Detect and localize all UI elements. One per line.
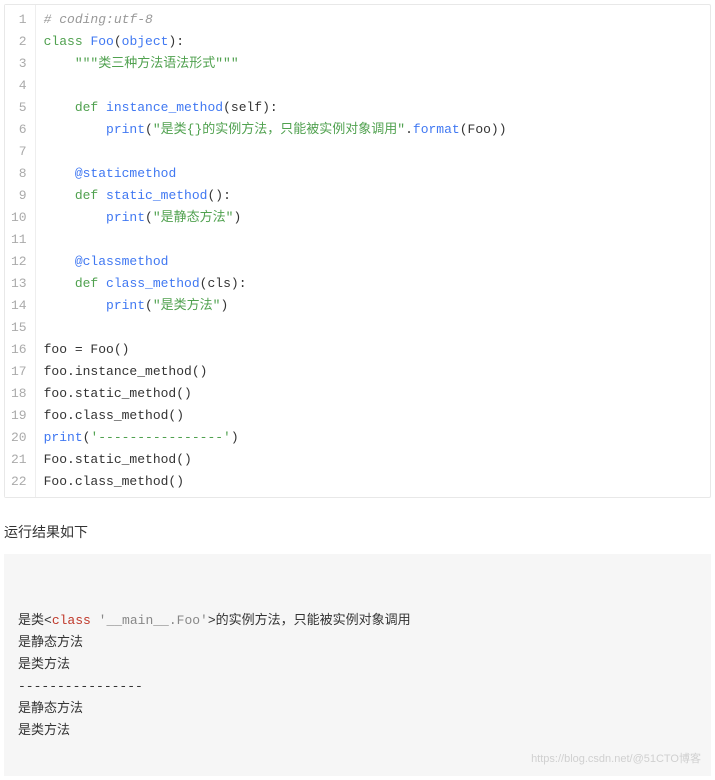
watermark-text: https://blog.csdn.net/@51CTO博客 bbox=[531, 748, 701, 770]
code-line: foo.static_method() bbox=[44, 383, 702, 405]
output-section-label: 运行结果如下 bbox=[4, 522, 711, 542]
line-number: 18 bbox=[11, 383, 27, 405]
code-line: def instance_method(self): bbox=[44, 97, 702, 119]
line-number: 22 bbox=[11, 471, 27, 493]
output-line: 是静态方法 bbox=[18, 698, 697, 720]
output-line: 是类方法 bbox=[18, 720, 697, 742]
code-line: @staticmethod bbox=[44, 163, 702, 185]
output-block: 是类<class '__main__.Foo'>的实例方法，只能被实例对象调用是… bbox=[4, 554, 711, 776]
code-line bbox=[44, 75, 702, 97]
code-line: foo = Foo() bbox=[44, 339, 702, 361]
code-line: def class_method(cls): bbox=[44, 273, 702, 295]
line-number: 4 bbox=[11, 75, 27, 97]
code-line: Foo.static_method() bbox=[44, 449, 702, 471]
code-line: @classmethod bbox=[44, 251, 702, 273]
line-number: 12 bbox=[11, 251, 27, 273]
line-number-gutter: 12345678910111213141516171819202122 bbox=[5, 5, 36, 497]
output-line: 是类<class '__main__.Foo'>的实例方法，只能被实例对象调用 bbox=[18, 610, 697, 632]
code-line: """类三种方法语法形式""" bbox=[44, 53, 702, 75]
line-number: 5 bbox=[11, 97, 27, 119]
line-number: 2 bbox=[11, 31, 27, 53]
line-number: 8 bbox=[11, 163, 27, 185]
code-line: foo.class_method() bbox=[44, 405, 702, 427]
line-number: 10 bbox=[11, 207, 27, 229]
code-line bbox=[44, 229, 702, 251]
line-number: 7 bbox=[11, 141, 27, 163]
output-line: 是类方法 bbox=[18, 654, 697, 676]
line-number: 6 bbox=[11, 119, 27, 141]
output-line: 是静态方法 bbox=[18, 632, 697, 654]
line-number: 16 bbox=[11, 339, 27, 361]
line-number: 19 bbox=[11, 405, 27, 427]
line-number: 11 bbox=[11, 229, 27, 251]
code-line: print("是类{}的实例方法，只能被实例对象调用".format(Foo)) bbox=[44, 119, 702, 141]
line-number: 20 bbox=[11, 427, 27, 449]
line-number: 3 bbox=[11, 53, 27, 75]
output-line: ---------------- bbox=[18, 676, 697, 698]
code-content[interactable]: # coding:utf-8class Foo(object): """类三种方… bbox=[36, 5, 710, 497]
line-number: 15 bbox=[11, 317, 27, 339]
code-block: 12345678910111213141516171819202122 # co… bbox=[4, 4, 711, 498]
line-number: 21 bbox=[11, 449, 27, 471]
code-line: # coding:utf-8 bbox=[44, 9, 702, 31]
line-number: 17 bbox=[11, 361, 27, 383]
line-number: 1 bbox=[11, 9, 27, 31]
code-line: print("是静态方法") bbox=[44, 207, 702, 229]
code-line: print("是类方法") bbox=[44, 295, 702, 317]
line-number: 13 bbox=[11, 273, 27, 295]
line-number: 9 bbox=[11, 185, 27, 207]
code-line: foo.instance_method() bbox=[44, 361, 702, 383]
code-line: print('----------------') bbox=[44, 427, 702, 449]
code-line bbox=[44, 141, 702, 163]
code-line bbox=[44, 317, 702, 339]
code-line: Foo.class_method() bbox=[44, 471, 702, 493]
code-line: def static_method(): bbox=[44, 185, 702, 207]
code-line: class Foo(object): bbox=[44, 31, 702, 53]
line-number: 14 bbox=[11, 295, 27, 317]
